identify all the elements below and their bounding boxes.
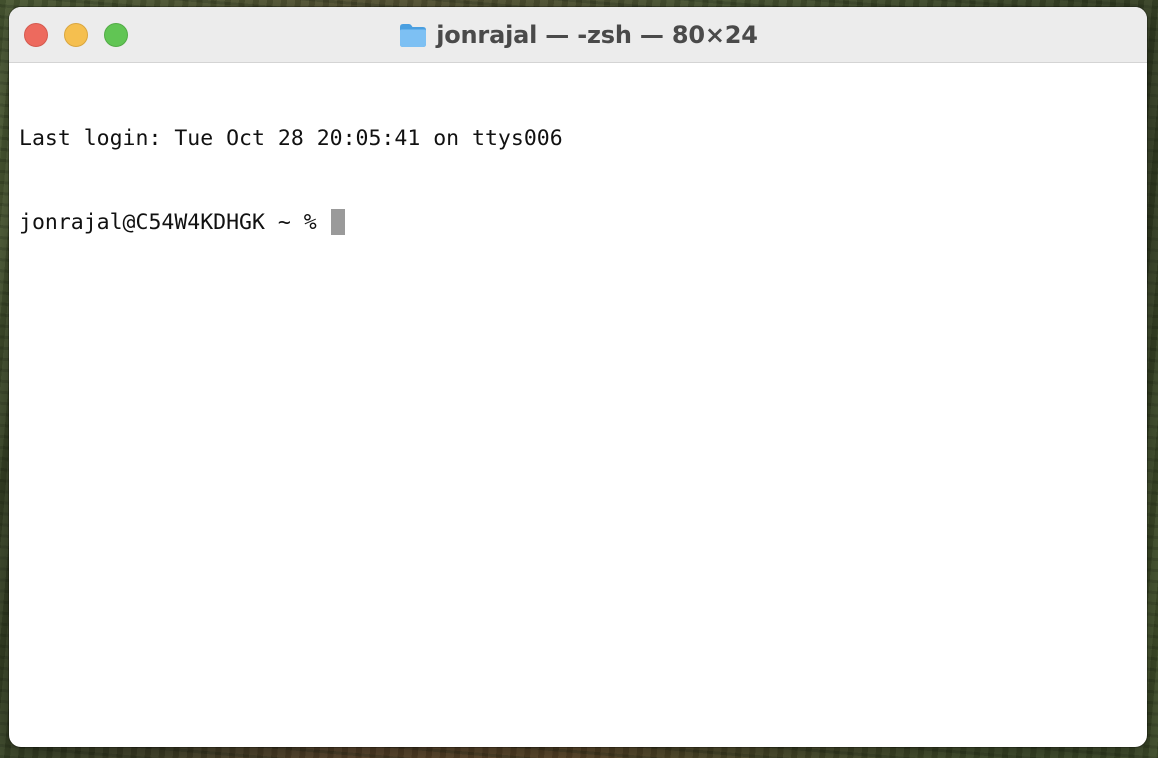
window-title: jonrajal — -zsh — 80×24 (9, 7, 1147, 62)
title-bar[interactable]: jonrajal — -zsh — 80×24 (9, 7, 1147, 63)
prompt-line[interactable]: jonrajal@C54W4KDHGK ~ % (19, 209, 1137, 237)
text-cursor (330, 209, 345, 235)
window-title-text: jonrajal — -zsh — 80×24 (436, 20, 758, 49)
folder-icon (398, 22, 428, 48)
terminal-window[interactable]: jonrajal — -zsh — 80×24 Last login: Tue … (9, 7, 1147, 747)
prompt-text: jonrajal@C54W4KDHGK ~ % (19, 210, 330, 235)
terminal-content[interactable]: Last login: Tue Oct 28 20:05:41 on ttys0… (19, 69, 1137, 737)
last-login-line: Last login: Tue Oct 28 20:05:41 on ttys0… (19, 126, 563, 151)
